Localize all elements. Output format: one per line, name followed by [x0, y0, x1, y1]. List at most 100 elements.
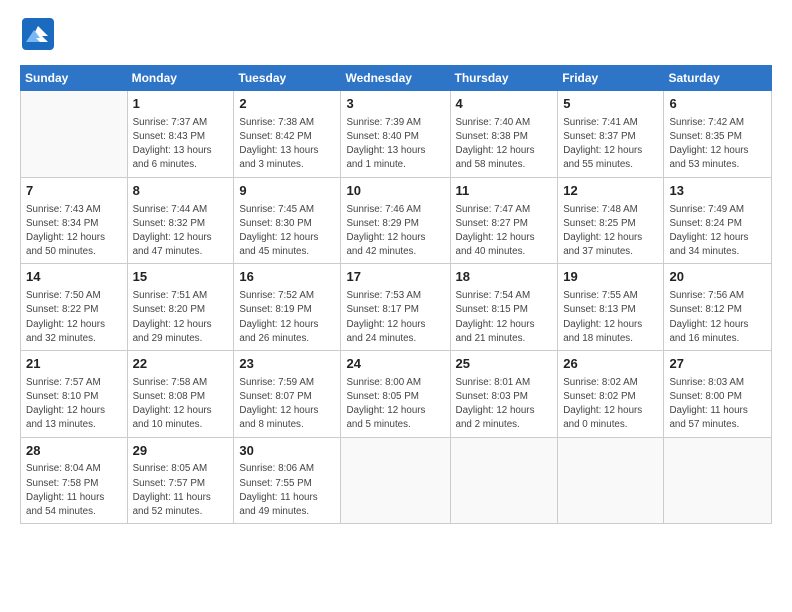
- day-content: Sunrise: 7:39 AMSunset: 8:40 PMDaylight:…: [346, 116, 444, 173]
- day-content: Sunrise: 7:52 AMSunset: 8:19 PMDaylight:…: [239, 289, 335, 346]
- calendar-day-cell: 11 Sunrise: 7:47 AMSunset: 8:27 PMDayligh…: [450, 177, 558, 264]
- calendar-day-cell: 19 Sunrise: 7:55 AMSunset: 8:13 PMDayligh…: [558, 264, 664, 351]
- calendar-day-cell: 30Sunrise: 8:06 AMSunset: 7:55 PMDayligh…: [234, 437, 341, 524]
- day-content: Sunrise: 7:37 AMSunset: 8:43 PMDaylight:…: [133, 116, 229, 173]
- logo-icon: [20, 16, 56, 52]
- calendar-day-cell: 15 Sunrise: 7:51 AMSunset: 8:20 PMDayligh…: [127, 264, 234, 351]
- page-container: SundayMondayTuesdayWednesdayThursdayFrid…: [0, 0, 792, 534]
- day-number: 5: [563, 95, 658, 114]
- day-of-week-header: Saturday: [664, 66, 772, 91]
- day-number: 21: [26, 355, 122, 374]
- calendar-day-cell: [341, 437, 450, 524]
- day-content: Sunrise: 7:57 AMSunset: 8:10 PMDaylight:…: [26, 376, 122, 433]
- calendar-day-cell: 10Sunrise: 7:46 AMSunset: 8:29 PMDayligh…: [341, 177, 450, 264]
- calendar-day-cell: 24 Sunrise: 8:00 AMSunset: 8:05 PMDayligh…: [341, 350, 450, 437]
- day-content: Sunrise: 7:58 AMSunset: 8:08 PMDaylight:…: [133, 376, 229, 433]
- day-number: 15: [133, 268, 229, 287]
- day-number: 24: [346, 355, 444, 374]
- day-number: 9: [239, 182, 335, 201]
- day-content: Sunrise: 7:50 AMSunset: 8:22 PMDaylight:…: [26, 289, 122, 346]
- day-number: 3: [346, 95, 444, 114]
- day-content: Sunrise: 8:00 AMSunset: 8:05 PMDaylight:…: [346, 376, 444, 433]
- day-number: 22: [133, 355, 229, 374]
- day-content: Sunrise: 7:55 AMSunset: 8:13 PMDaylight:…: [563, 289, 658, 346]
- calendar-week-row: 1Sunrise: 7:37 AMSunset: 8:43 PMDaylight…: [21, 91, 772, 178]
- day-of-week-header: Monday: [127, 66, 234, 91]
- day-number: 25: [456, 355, 553, 374]
- calendar-day-cell: 28Sunrise: 8:04 AMSunset: 7:58 PMDayligh…: [21, 437, 128, 524]
- day-content: Sunrise: 7:38 AMSunset: 8:42 PMDaylight:…: [239, 116, 335, 173]
- day-of-week-header: Wednesday: [341, 66, 450, 91]
- calendar-week-row: 14 Sunrise: 7:50 AMSunset: 8:22 PMDayligh…: [21, 264, 772, 351]
- day-number: 28: [26, 442, 122, 461]
- calendar-week-row: 7 Sunrise: 7:43 AMSunset: 8:34 PMDaylight…: [21, 177, 772, 264]
- calendar-day-cell: 5 Sunrise: 7:41 AMSunset: 8:37 PMDaylight…: [558, 91, 664, 178]
- calendar-header-row: SundayMondayTuesdayWednesdayThursdayFrid…: [21, 66, 772, 91]
- day-content: Sunrise: 7:47 AMSunset: 8:27 PMDaylight:…: [456, 203, 553, 260]
- calendar-day-cell: [558, 437, 664, 524]
- day-content: Sunrise: 7:53 AMSunset: 8:17 PMDaylight:…: [346, 289, 444, 346]
- day-number: 12: [563, 182, 658, 201]
- day-content: Sunrise: 7:59 AMSunset: 8:07 PMDaylight:…: [239, 376, 335, 433]
- calendar-day-cell: 20 Sunrise: 7:56 AMSunset: 8:12 PMDayligh…: [664, 264, 772, 351]
- calendar-day-cell: 8 Sunrise: 7:44 AMSunset: 8:32 PMDaylight…: [127, 177, 234, 264]
- day-content: Sunrise: 7:51 AMSunset: 8:20 PMDaylight:…: [133, 289, 229, 346]
- day-content: Sunrise: 7:44 AMSunset: 8:32 PMDaylight:…: [133, 203, 229, 260]
- day-content: Sunrise: 7:43 AMSunset: 8:34 PMDaylight:…: [26, 203, 122, 260]
- day-content: Sunrise: 8:04 AMSunset: 7:58 PMDaylight:…: [26, 462, 122, 519]
- calendar-day-cell: 6 Sunrise: 7:42 AMSunset: 8:35 PMDaylight…: [664, 91, 772, 178]
- calendar-day-cell: [664, 437, 772, 524]
- calendar-day-cell: 23 Sunrise: 7:59 AMSunset: 8:07 PMDayligh…: [234, 350, 341, 437]
- day-content: Sunrise: 8:06 AMSunset: 7:55 PMDaylight:…: [239, 462, 335, 519]
- day-content: Sunrise: 7:41 AMSunset: 8:37 PMDaylight:…: [563, 116, 658, 173]
- day-content: Sunrise: 7:40 AMSunset: 8:38 PMDaylight:…: [456, 116, 553, 173]
- day-number: 14: [26, 268, 122, 287]
- calendar-day-cell: 18Sunrise: 7:54 AMSunset: 8:15 PMDayligh…: [450, 264, 558, 351]
- calendar-day-cell: 25 Sunrise: 8:01 AMSunset: 8:03 PMDayligh…: [450, 350, 558, 437]
- calendar-day-cell: 26Sunrise: 8:02 AMSunset: 8:02 PMDayligh…: [558, 350, 664, 437]
- day-number: 19: [563, 268, 658, 287]
- day-number: 26: [563, 355, 658, 374]
- day-number: 29: [133, 442, 229, 461]
- header: [20, 16, 772, 57]
- day-content: Sunrise: 7:54 AMSunset: 8:15 PMDaylight:…: [456, 289, 553, 346]
- calendar-day-cell: 1Sunrise: 7:37 AMSunset: 8:43 PMDaylight…: [127, 91, 234, 178]
- day-content: Sunrise: 7:49 AMSunset: 8:24 PMDaylight:…: [669, 203, 766, 260]
- day-number: 30: [239, 442, 335, 461]
- calendar-day-cell: [21, 91, 128, 178]
- calendar-day-cell: 4 Sunrise: 7:40 AMSunset: 8:38 PMDaylight…: [450, 91, 558, 178]
- day-content: Sunrise: 8:03 AMSunset: 8:00 PMDaylight:…: [669, 376, 766, 433]
- calendar-day-cell: 12Sunrise: 7:48 AMSunset: 8:25 PMDayligh…: [558, 177, 664, 264]
- day-number: 11: [456, 182, 553, 201]
- calendar-day-cell: 17 Sunrise: 7:53 AMSunset: 8:17 PMDayligh…: [341, 264, 450, 351]
- day-number: 17: [346, 268, 444, 287]
- calendar-day-cell: 27Sunrise: 8:03 AMSunset: 8:00 PMDayligh…: [664, 350, 772, 437]
- calendar-day-cell: 13Sunrise: 7:49 AMSunset: 8:24 PMDayligh…: [664, 177, 772, 264]
- day-number: 6: [669, 95, 766, 114]
- day-number: 20: [669, 268, 766, 287]
- day-of-week-header: Thursday: [450, 66, 558, 91]
- day-content: Sunrise: 8:05 AMSunset: 7:57 PMDaylight:…: [133, 462, 229, 519]
- day-of-week-header: Friday: [558, 66, 664, 91]
- day-of-week-header: Tuesday: [234, 66, 341, 91]
- day-number: 7: [26, 182, 122, 201]
- logo: [20, 16, 60, 57]
- calendar-week-row: 28Sunrise: 8:04 AMSunset: 7:58 PMDayligh…: [21, 437, 772, 524]
- calendar-day-cell: [450, 437, 558, 524]
- day-content: Sunrise: 7:42 AMSunset: 8:35 PMDaylight:…: [669, 116, 766, 173]
- calendar-day-cell: 2Sunrise: 7:38 AMSunset: 8:42 PMDaylight…: [234, 91, 341, 178]
- day-number: 8: [133, 182, 229, 201]
- calendar-day-cell: 16 Sunrise: 7:52 AMSunset: 8:19 PMDayligh…: [234, 264, 341, 351]
- day-content: Sunrise: 7:45 AMSunset: 8:30 PMDaylight:…: [239, 203, 335, 260]
- day-number: 16: [239, 268, 335, 287]
- calendar-day-cell: 21 Sunrise: 7:57 AMSunset: 8:10 PMDayligh…: [21, 350, 128, 437]
- day-content: Sunrise: 7:46 AMSunset: 8:29 PMDaylight:…: [346, 203, 444, 260]
- calendar-week-row: 21 Sunrise: 7:57 AMSunset: 8:10 PMDayligh…: [21, 350, 772, 437]
- day-number: 23: [239, 355, 335, 374]
- day-content: Sunrise: 7:56 AMSunset: 8:12 PMDaylight:…: [669, 289, 766, 346]
- day-of-week-header: Sunday: [21, 66, 128, 91]
- day-number: 4: [456, 95, 553, 114]
- calendar-day-cell: 14 Sunrise: 7:50 AMSunset: 8:22 PMDayligh…: [21, 264, 128, 351]
- calendar-day-cell: 22 Sunrise: 7:58 AMSunset: 8:08 PMDayligh…: [127, 350, 234, 437]
- day-content: Sunrise: 8:01 AMSunset: 8:03 PMDaylight:…: [456, 376, 553, 433]
